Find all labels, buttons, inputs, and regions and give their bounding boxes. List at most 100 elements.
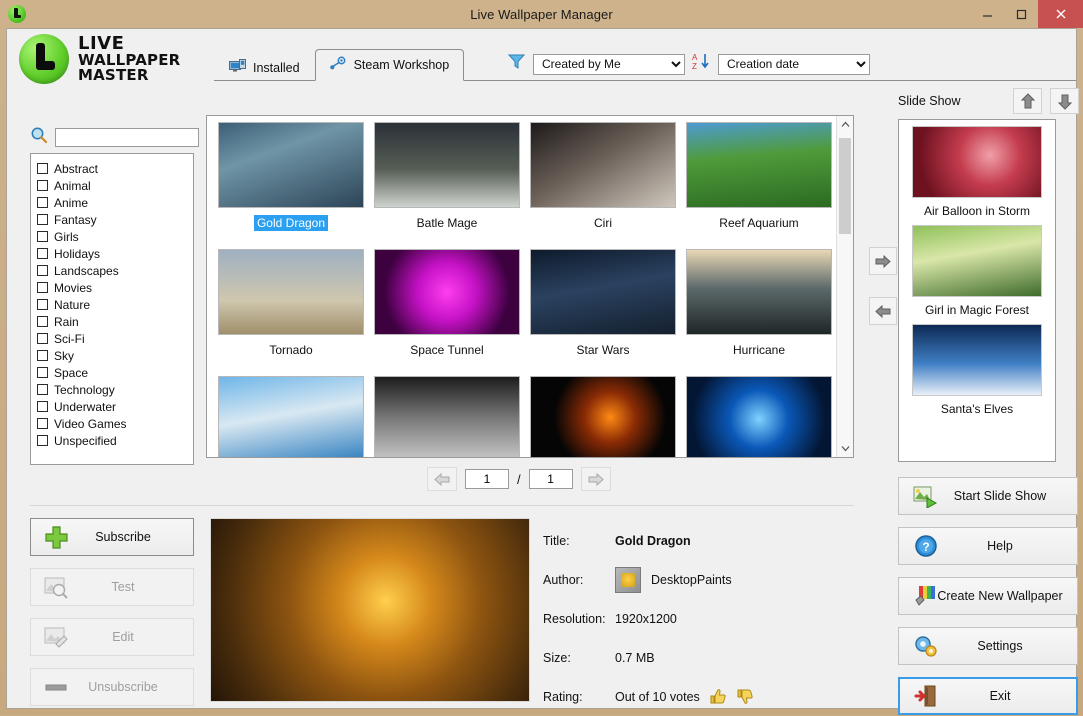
slideshow-thumbnail[interactable] [912,225,1042,297]
wallpaper-thumbnail[interactable] [218,249,364,335]
slideshow-thumbnail[interactable] [912,126,1042,198]
wallpaper-cell[interactable] [213,376,369,457]
wallpaper-thumbnail[interactable] [686,249,832,335]
category-item[interactable]: Unspecified [37,432,193,449]
wallpaper-cell[interactable] [681,376,836,457]
wallpaper-cell[interactable]: Reef Aquarium [681,122,836,249]
tab-steam-workshop[interactable]: Steam Workshop [315,49,465,81]
create-new-wallpaper-button[interactable]: Create New Wallpaper [898,577,1078,615]
wallpaper-cell[interactable] [369,376,525,457]
wallpaper-thumbnail[interactable] [374,376,520,457]
tab-steam-workshop-label: Steam Workshop [354,58,450,72]
wallpaper-cell[interactable]: Batle Mage [369,122,525,249]
wallpaper-cell[interactable]: Hurricane [681,249,836,376]
category-checkbox[interactable] [37,282,48,293]
scrollbar-thumb[interactable] [839,138,851,234]
category-checkbox[interactable] [37,384,48,395]
wallpaper-cell[interactable]: Star Wars [525,249,681,376]
scroll-down-arrow[interactable] [837,440,853,457]
wallpaper-cell[interactable]: Space Tunnel [369,249,525,376]
category-checkbox[interactable] [37,418,48,429]
palette-icon [913,584,939,608]
search-icon[interactable] [30,126,48,149]
category-item[interactable]: Movies [37,279,193,296]
category-checkbox[interactable] [37,248,48,259]
filter-select[interactable]: Created by MeSubscribedAll [533,54,685,75]
wallpaper-thumbnail[interactable] [530,376,676,457]
close-button[interactable] [1038,0,1083,28]
wallpaper-cell[interactable] [525,376,681,457]
sort-select[interactable]: Creation dateTitleRatingSize [718,54,870,75]
tab-installed[interactable]: Installed [214,54,315,81]
maximize-button[interactable] [1004,0,1038,28]
grid-scrollbar[interactable] [836,116,853,457]
category-checkbox[interactable] [37,435,48,446]
minimize-button[interactable] [970,0,1004,28]
category-checkbox[interactable] [37,265,48,276]
next-page-button[interactable] [581,467,611,491]
category-checkbox[interactable] [37,367,48,378]
category-checkbox[interactable] [37,350,48,361]
right-action-buttons: Start Slide Show ?Help Create New Wallpape… [898,477,1078,715]
category-item[interactable]: Space [37,364,193,381]
wallpaper-thumbnail[interactable] [218,122,364,208]
thumbs-up-icon[interactable] [709,688,727,705]
settings-button[interactable]: Settings [898,627,1078,665]
wallpaper-thumbnail[interactable] [530,249,676,335]
category-item[interactable]: Abstract [37,160,193,177]
thumbs-down-icon[interactable] [736,688,754,705]
slideshow-item[interactable]: Santa's Elves [899,324,1055,416]
category-checkbox[interactable] [37,333,48,344]
category-checkbox[interactable] [37,163,48,174]
subscribe-button[interactable]: Subscribe [30,518,194,556]
wallpaper-cell[interactable]: Gold Dragon [213,122,369,249]
category-item[interactable]: Rain [37,313,193,330]
slideshow-item[interactable]: Girl in Magic Forest [899,225,1055,317]
category-checkbox[interactable] [37,214,48,225]
wallpaper-cell[interactable]: Ciri [525,122,681,249]
category-label: Holidays [54,247,100,261]
wallpaper-thumbnail[interactable] [530,122,676,208]
current-page-input[interactable] [465,469,509,489]
category-checkbox[interactable] [37,401,48,412]
category-item[interactable]: Nature [37,296,193,313]
category-checkbox[interactable] [37,316,48,327]
category-item[interactable]: Sky [37,347,193,364]
category-item[interactable]: Underwater [37,398,193,415]
category-checkbox[interactable] [37,180,48,191]
category-item[interactable]: Video Games [37,415,193,432]
category-item[interactable]: Landscapes [37,262,193,279]
wallpaper-thumbnail[interactable] [374,122,520,208]
wallpaper-cell[interactable]: Tornado [213,249,369,376]
category-item[interactable]: Girls [37,228,193,245]
slideshow-thumbnail[interactable] [912,324,1042,396]
total-pages-input[interactable] [529,469,573,489]
category-item[interactable]: Animal [37,177,193,194]
category-item[interactable]: Holidays [37,245,193,262]
search-input[interactable] [55,128,199,147]
wallpaper-thumbnail[interactable] [686,122,832,208]
category-checkbox[interactable] [37,197,48,208]
category-checkbox[interactable] [37,231,48,242]
prev-page-button[interactable] [427,467,457,491]
wallpaper-thumbnail[interactable] [218,376,364,457]
move-down-button[interactable] [1050,88,1079,114]
category-label: Unspecified [54,434,117,448]
wallpaper-grid: Gold DragonBatle MageCiriReef Aquarium To… [213,122,836,457]
category-item[interactable]: Anime [37,194,193,211]
logo-circle-icon [19,34,69,84]
help-button[interactable]: ?Help [898,527,1078,565]
search-row [30,126,199,149]
wallpaper-thumbnail[interactable] [374,249,520,335]
category-item[interactable]: Technology [37,381,193,398]
exit-button[interactable]: Exit [898,677,1078,715]
category-item[interactable]: Fantasy [37,211,193,228]
slideshow-item[interactable]: Air Balloon in Storm [899,126,1055,218]
scroll-up-arrow[interactable] [837,116,853,133]
wallpaper-thumbnail[interactable] [686,376,832,457]
category-checkbox[interactable] [37,299,48,310]
category-item[interactable]: Sci-Fi [37,330,193,347]
start-slide-show-button[interactable]: Start Slide Show [898,477,1078,515]
move-up-button[interactable] [1013,88,1042,114]
title-bar: Live Wallpaper Manager [0,0,1083,28]
